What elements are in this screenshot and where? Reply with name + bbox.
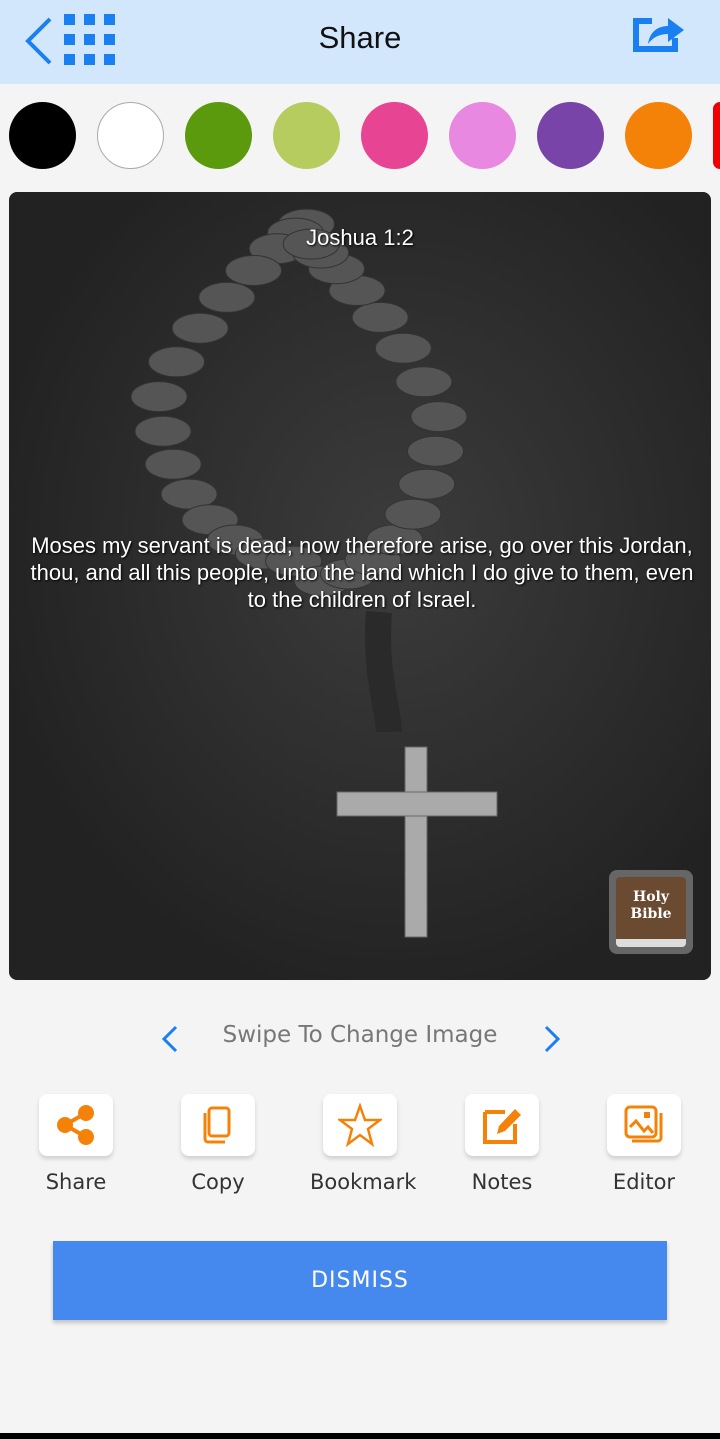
share-icon [57,1105,94,1145]
copy-label: Copy [191,1170,245,1194]
color-swatch[interactable] [537,102,604,169]
top-bar: Share [0,0,720,84]
swipe-hint: Swipe To Change Image [222,1022,498,1048]
color-swatch[interactable] [97,102,164,169]
bookmark-button[interactable]: Bookmark [310,1094,417,1194]
verse-image-card[interactable]: Joshua 1:2 Moses my servant is dead; now… [9,192,711,980]
next-image-arrow[interactable] [542,1024,562,1054]
holy-bible-logo: Holy Bible [609,870,693,954]
editor-label: Editor [612,1170,676,1194]
bookmark-label: Bookmark [310,1170,417,1194]
bible-book-icon: Holy Bible [616,877,686,947]
copy-button[interactable]: Copy [168,1094,268,1194]
share-label: Share [45,1170,107,1194]
bottom-edge [0,1433,720,1439]
verse-text: Moses my servant is dead; now therefore … [30,533,694,612]
color-swatch[interactable] [9,102,76,169]
color-swatch[interactable] [273,102,340,169]
share-button[interactable]: Share [26,1094,126,1194]
image-editor-icon [624,1105,663,1143]
notes-label: Notes [471,1170,533,1194]
copy-icon [203,1106,231,1144]
edit-icon [483,1109,521,1144]
color-swatch[interactable] [713,102,720,169]
star-icon [338,1103,382,1147]
color-picker [9,102,720,169]
notes-button[interactable]: Notes [452,1094,552,1194]
verse-reference: Joshua 1:2 [306,225,414,250]
color-swatch[interactable] [625,102,692,169]
color-swatch[interactable] [449,102,516,169]
dismiss-button[interactable]: DISMISS [53,1241,667,1320]
share-external-icon[interactable] [630,10,686,54]
color-swatch[interactable] [361,102,428,169]
page-title: Share [318,20,402,55]
color-swatch[interactable] [185,102,252,169]
editor-button[interactable]: Editor [594,1094,694,1194]
